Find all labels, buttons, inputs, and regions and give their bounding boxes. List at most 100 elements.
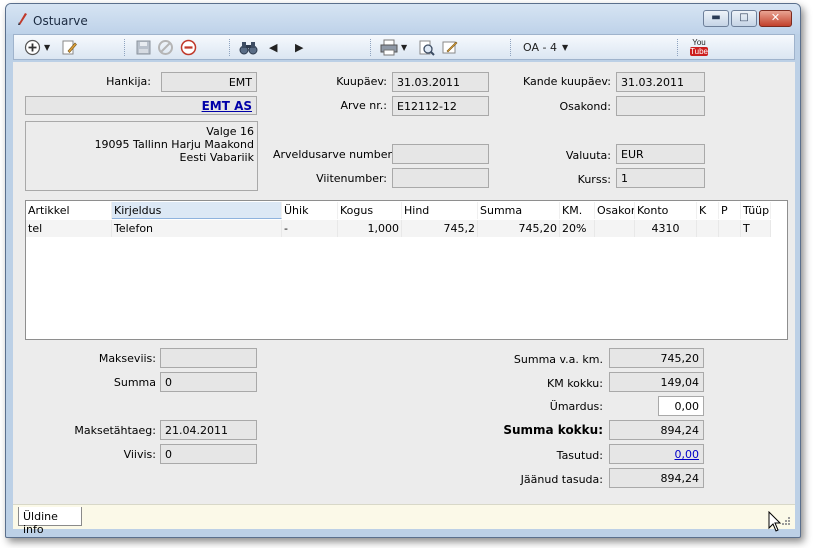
column-header-price[interactable]: Hind [402, 202, 478, 219]
cell-quantity[interactable]: 1,000 [338, 220, 402, 237]
close-button[interactable]: ✕ [759, 10, 792, 27]
cell-unit[interactable]: - [282, 220, 338, 237]
address-line: Eesti Vabariik [179, 151, 254, 164]
payment-method-field[interactable] [160, 348, 257, 368]
column-header-k[interactable]: K [697, 202, 719, 219]
invoice-form: Hankija: EMT EMT AS Valge 16 19095 Talli… [13, 62, 795, 524]
reference-number-label: Viitenumber: [316, 172, 387, 185]
cell-article[interactable]: tel [26, 220, 112, 237]
toolbar-separator [370, 39, 372, 56]
due-date-field[interactable]: 21.04.2011 [160, 420, 257, 440]
cell-type[interactable]: T [741, 220, 771, 237]
cell-sum[interactable]: 745,20 [478, 220, 560, 237]
cancel-icon [158, 40, 173, 55]
column-header-description[interactable]: Kirjeldus [112, 202, 282, 219]
grand-total-label: Summa kokku: [503, 423, 603, 437]
paid-amount-link[interactable]: 0,00 [609, 444, 704, 464]
minimize-button[interactable]: ▬ [703, 10, 729, 27]
currency-field[interactable]: EUR [616, 144, 705, 164]
department-field[interactable] [616, 96, 705, 116]
youtube-text-bottom: Tube [690, 47, 708, 56]
column-header-unit[interactable]: Ühik [282, 202, 338, 219]
resize-grip-icon[interactable] [781, 516, 791, 526]
binoculars-icon [239, 42, 258, 55]
cell-vat[interactable]: 20% [560, 220, 595, 237]
print-preview-icon [419, 40, 435, 56]
rounding-field[interactable]: 0,00 [658, 396, 704, 416]
department-label: Osakond: [559, 100, 612, 113]
next-button[interactable]: ▶ [295, 41, 303, 54]
rate-field[interactable]: 1 [616, 168, 705, 188]
column-header-sum[interactable]: Summa [478, 202, 560, 219]
billing-invoice-label: Arveldusarve number: [273, 148, 396, 161]
invoice-number-field[interactable]: E12112-12 [392, 96, 489, 116]
invoice-number-label: Arve nr.: [340, 99, 387, 112]
net-sum-label: Summa v.a. km. [513, 353, 603, 366]
youtube-button[interactable]: You Tube [690, 38, 708, 56]
window-title: Ostuarve [33, 14, 88, 28]
penalty-field[interactable]: 0 [160, 444, 257, 464]
payment-method-label: Makseviis: [98, 352, 156, 365]
toolbar: ▼ ◀ ▶ ▼ OA - 4 ▼ You Tube [13, 34, 795, 60]
date-field[interactable]: 31.03.2011 [392, 72, 489, 92]
column-header-quantity[interactable]: Kogus [338, 202, 402, 219]
cancel-button[interactable] [157, 39, 174, 56]
column-header-vat[interactable]: KM. [560, 202, 595, 219]
payment-amount-label: Summa [113, 376, 156, 389]
toolbar-separator [677, 39, 679, 56]
remaining-field: 894,24 [609, 468, 704, 488]
grand-total-field: 894,24 [609, 420, 704, 440]
prev-button[interactable]: ◀ [269, 41, 277, 54]
cell-price[interactable]: 745,2 [402, 220, 478, 237]
print-icon [380, 39, 398, 56]
title-bar[interactable]: Ostuarve ▬ □ ✕ [6, 4, 800, 34]
maximize-button[interactable]: □ [731, 10, 757, 27]
edit-button[interactable] [61, 39, 78, 56]
remaining-label: Jäänud tasuda: [520, 473, 603, 486]
series-dropdown-arrow-icon[interactable]: ▼ [562, 43, 568, 52]
delete-button[interactable] [180, 39, 197, 56]
invoice-lines-table: Artikkel Kirjeldus Ühik Kogus Hind Summa… [25, 200, 788, 340]
column-header-article[interactable]: Artikkel [26, 202, 112, 219]
supplier-code-field[interactable]: EMT [161, 72, 257, 92]
maximize-icon: □ [739, 12, 749, 23]
search-button[interactable] [239, 39, 258, 56]
close-icon: ✕ [770, 11, 781, 24]
column-header-type[interactable]: Tüüp [741, 202, 771, 219]
add-dropdown-arrow-icon[interactable]: ▼ [44, 43, 50, 52]
cell-k[interactable] [697, 220, 719, 237]
series-selector[interactable]: OA - 4 [523, 41, 557, 54]
cell-department[interactable] [595, 220, 635, 237]
cell-description[interactable]: Telefon [112, 220, 282, 237]
column-header-department[interactable]: Osakon [595, 202, 635, 219]
sign-icon [442, 41, 458, 54]
save-button[interactable] [135, 39, 152, 56]
vat-total-label: KM kokku: [547, 377, 603, 390]
date-label: Kuupäev: [336, 75, 387, 88]
print-preview-button[interactable] [418, 39, 435, 56]
app-icon [18, 13, 27, 25]
tab-general-info[interactable]: Üldine info [18, 507, 82, 536]
cell-account[interactable]: 4310 [635, 220, 697, 237]
mouse-cursor-icon [768, 511, 782, 532]
payment-amount-field[interactable]: 0 [160, 372, 257, 392]
billing-invoice-field[interactable] [392, 144, 489, 164]
column-header-account[interactable]: Konto [635, 202, 697, 219]
add-icon [24, 39, 41, 56]
sign-button[interactable] [441, 39, 458, 56]
entry-date-field[interactable]: 31.03.2011 [616, 72, 705, 92]
reference-number-field[interactable] [392, 168, 489, 188]
supplier-name-link[interactable]: EMT AS [25, 96, 257, 115]
print-button[interactable] [380, 39, 398, 56]
column-header-p[interactable]: P [719, 202, 741, 219]
tab-bar: Üldine info [13, 504, 795, 536]
invoice-window: Ostuarve ▬ □ ✕ ▼ ◀ ▶ ▼ OA - 4 ▼ You Tube… [5, 3, 801, 538]
rounding-label: Ümardus: [549, 400, 603, 413]
youtube-text-top: You [692, 38, 706, 47]
add-button[interactable] [24, 39, 41, 56]
print-dropdown-arrow-icon[interactable]: ▼ [401, 43, 407, 52]
supplier-label: Hankija: [106, 75, 151, 88]
paid-label: Tasutud: [556, 449, 603, 462]
due-date-label: Maksetähtaeg: [74, 424, 156, 437]
cell-p[interactable] [719, 220, 741, 237]
